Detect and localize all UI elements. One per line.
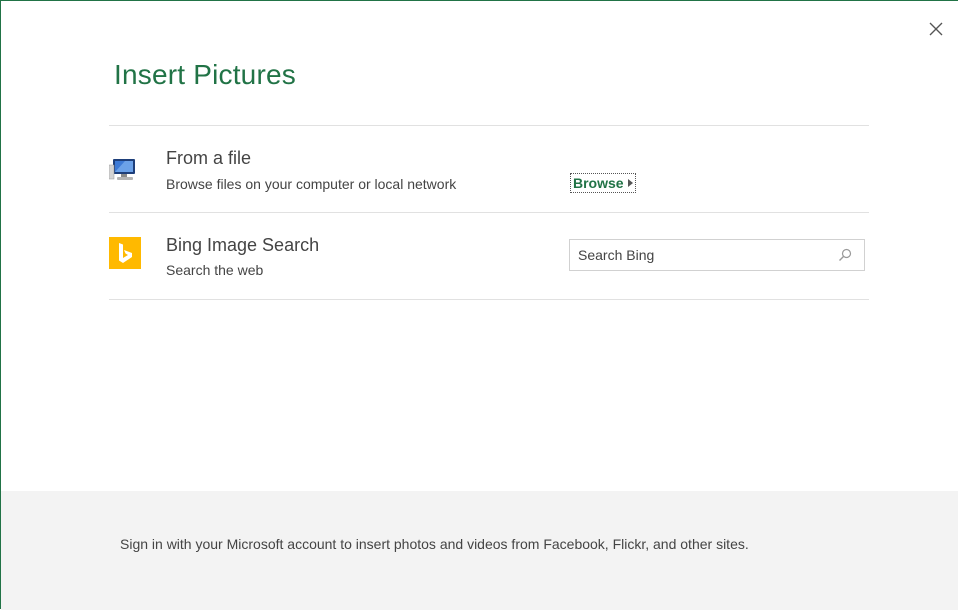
insert-pictures-dialog: Insert Pictures From a file Browse files…	[0, 0, 958, 610]
source-row-bing: Bing Image Search Search the web	[109, 213, 869, 299]
close-button[interactable]	[928, 21, 944, 37]
source-description: Browse files on your computer or local n…	[166, 176, 457, 192]
arrow-right-icon	[627, 179, 633, 187]
source-row-file: From a file Browse files on your compute…	[108, 126, 869, 212]
bing-icon	[109, 237, 141, 269]
source-title: Bing Image Search	[166, 235, 320, 255]
footer: Sign in with your Microsoft account to i…	[1, 491, 958, 610]
bing-search-box[interactable]	[569, 239, 865, 271]
browse-label: Browse	[573, 175, 624, 191]
computer-icon	[108, 151, 141, 183]
browse-button[interactable]: Browse	[570, 173, 636, 193]
search-bing-input[interactable]	[570, 241, 838, 269]
search-icon[interactable]	[838, 248, 852, 262]
footer-signin-text: Sign in with your Microsoft account to i…	[120, 536, 749, 552]
divider	[109, 299, 869, 300]
source-description: Search the web	[166, 262, 264, 278]
dialog-title: Insert Pictures	[114, 59, 296, 90]
close-icon[interactable]	[928, 21, 944, 37]
source-title: From a file	[166, 148, 252, 168]
